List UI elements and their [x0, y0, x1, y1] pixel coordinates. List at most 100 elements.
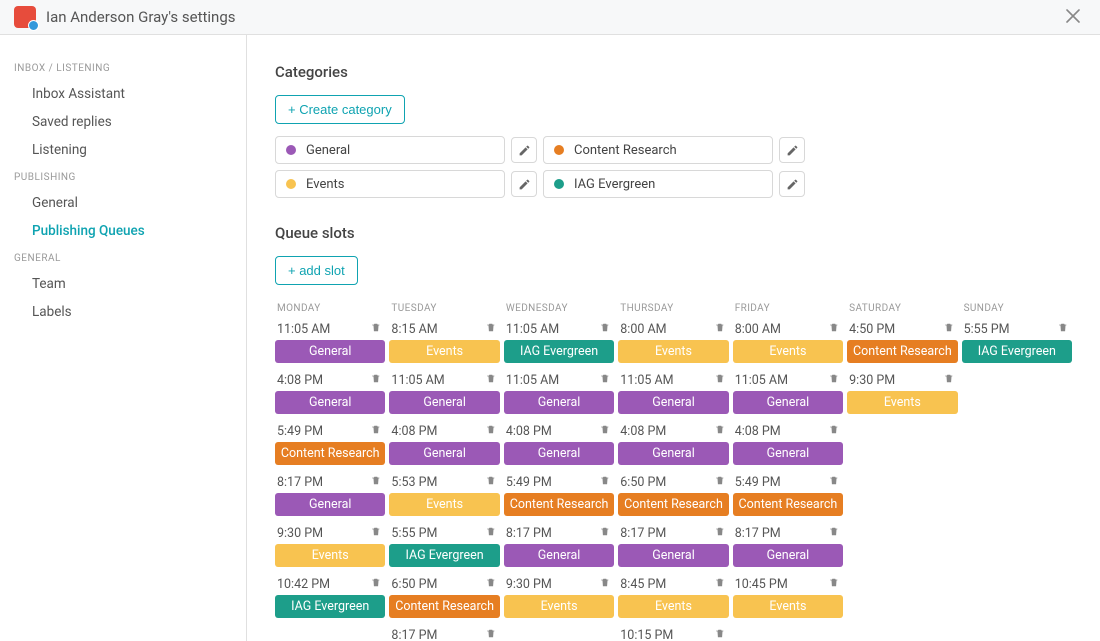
slot-category[interactable]: IAG Evergreen	[962, 340, 1072, 363]
slot-time[interactable]: 8:17 PM	[391, 628, 437, 641]
slot-time[interactable]: 4:08 PM	[506, 424, 552, 439]
trash-icon[interactable]	[827, 320, 841, 338]
trash-icon[interactable]	[598, 524, 612, 542]
slot-time[interactable]: 9:30 PM	[277, 526, 323, 541]
slot-time[interactable]: 4:08 PM	[735, 424, 781, 439]
sidebar-item-saved-replies[interactable]: Saved replies	[0, 108, 246, 136]
slot-time[interactable]: 11:05 AM	[277, 322, 330, 337]
trash-icon[interactable]	[827, 524, 841, 542]
slot-time[interactable]: 6:50 PM	[391, 577, 437, 592]
trash-icon[interactable]	[598, 575, 612, 593]
slot-time[interactable]: 5:49 PM	[506, 475, 552, 490]
trash-icon[interactable]	[713, 473, 727, 491]
trash-icon[interactable]	[827, 422, 841, 440]
trash-icon[interactable]	[827, 473, 841, 491]
trash-icon[interactable]	[484, 371, 498, 389]
trash-icon[interactable]	[713, 626, 727, 641]
trash-icon[interactable]	[598, 320, 612, 338]
slot-time[interactable]: 4:08 PM	[620, 424, 666, 439]
slot-time[interactable]: 8:00 AM	[735, 322, 781, 337]
trash-icon[interactable]	[484, 320, 498, 338]
slot-category[interactable]: General	[389, 442, 499, 465]
slot-category[interactable]: General	[275, 340, 385, 363]
slot-time[interactable]: 8:00 AM	[620, 322, 666, 337]
trash-icon[interactable]	[484, 422, 498, 440]
trash-icon[interactable]	[713, 371, 727, 389]
slot-time[interactable]: 8:45 PM	[620, 577, 666, 592]
trash-icon[interactable]	[1056, 320, 1070, 338]
slot-time[interactable]: 8:17 PM	[620, 526, 666, 541]
edit-category-icon[interactable]	[779, 137, 805, 163]
slot-time[interactable]: 5:49 PM	[735, 475, 781, 490]
sidebar-item-listening[interactable]: Listening	[0, 136, 246, 164]
slot-time[interactable]: 4:08 PM	[391, 424, 437, 439]
slot-category[interactable]: Events	[733, 595, 843, 618]
edit-category-icon[interactable]	[779, 171, 805, 197]
trash-icon[interactable]	[598, 371, 612, 389]
slot-category[interactable]: General	[618, 442, 728, 465]
trash-icon[interactable]	[369, 371, 383, 389]
trash-icon[interactable]	[713, 575, 727, 593]
slot-time[interactable]: 11:05 AM	[506, 322, 559, 337]
category-chip[interactable]: Content Research	[543, 136, 773, 164]
slot-category[interactable]: General	[733, 442, 843, 465]
slot-category[interactable]: General	[504, 391, 614, 414]
edit-category-icon[interactable]	[511, 171, 537, 197]
sidebar-item-team[interactable]: Team	[0, 270, 246, 298]
slot-category[interactable]: Events	[733, 340, 843, 363]
trash-icon[interactable]	[484, 575, 498, 593]
slot-category[interactable]: Content Research	[733, 493, 843, 516]
slot-category[interactable]: Content Research	[618, 493, 728, 516]
slot-category[interactable]: General	[275, 391, 385, 414]
category-chip[interactable]: Events	[275, 170, 505, 198]
trash-icon[interactable]	[713, 320, 727, 338]
slot-category[interactable]: General	[275, 493, 385, 516]
slot-category[interactable]: Content Research	[389, 595, 499, 618]
trash-icon[interactable]	[369, 575, 383, 593]
add-slot-button[interactable]: + add slot	[275, 256, 358, 285]
slot-category[interactable]: General	[504, 544, 614, 567]
slot-time[interactable]: 5:55 PM	[964, 322, 1010, 337]
slot-category[interactable]: IAG Evergreen	[504, 340, 614, 363]
edit-category-icon[interactable]	[511, 137, 537, 163]
slot-time[interactable]: 11:05 AM	[620, 373, 673, 388]
slot-category[interactable]: Content Research	[504, 493, 614, 516]
slot-category[interactable]: General	[618, 391, 728, 414]
slot-category[interactable]: Content Research	[275, 442, 385, 465]
category-chip[interactable]: General	[275, 136, 505, 164]
slot-category[interactable]: General	[618, 544, 728, 567]
trash-icon[interactable]	[713, 422, 727, 440]
slot-time[interactable]: 11:05 AM	[391, 373, 444, 388]
slot-category[interactable]: Events	[389, 493, 499, 516]
slot-time[interactable]: 8:17 PM	[506, 526, 552, 541]
trash-icon[interactable]	[942, 371, 956, 389]
trash-icon[interactable]	[827, 371, 841, 389]
slot-time[interactable]: 8:15 AM	[391, 322, 437, 337]
trash-icon[interactable]	[369, 524, 383, 542]
sidebar-item-general[interactable]: General	[0, 189, 246, 217]
slot-category[interactable]: Events	[275, 544, 385, 567]
sidebar-item-inbox-assistant[interactable]: Inbox Assistant	[0, 80, 246, 108]
slot-category[interactable]: IAG Evergreen	[389, 544, 499, 567]
slot-time[interactable]: 5:55 PM	[391, 526, 437, 541]
trash-icon[interactable]	[713, 524, 727, 542]
slot-category[interactable]: Events	[618, 340, 728, 363]
slot-category[interactable]: General	[733, 391, 843, 414]
slot-time[interactable]: 8:17 PM	[277, 475, 323, 490]
slot-time[interactable]: 5:53 PM	[391, 475, 437, 490]
trash-icon[interactable]	[942, 320, 956, 338]
slot-time[interactable]: 10:42 PM	[277, 577, 330, 592]
slot-category[interactable]: Events	[389, 340, 499, 363]
slot-time[interactable]: 9:30 PM	[849, 373, 895, 388]
slot-time[interactable]: 5:49 PM	[277, 424, 323, 439]
slot-category[interactable]: IAG Evergreen	[275, 595, 385, 618]
slot-time[interactable]: 6:50 PM	[620, 475, 666, 490]
slot-category[interactable]: General	[733, 544, 843, 567]
trash-icon[interactable]	[369, 320, 383, 338]
trash-icon[interactable]	[598, 422, 612, 440]
slot-time[interactable]: 4:50 PM	[849, 322, 895, 337]
slot-time[interactable]: 10:15 PM	[620, 628, 673, 641]
trash-icon[interactable]	[484, 626, 498, 641]
trash-icon[interactable]	[484, 524, 498, 542]
slot-time[interactable]: 4:08 PM	[277, 373, 323, 388]
